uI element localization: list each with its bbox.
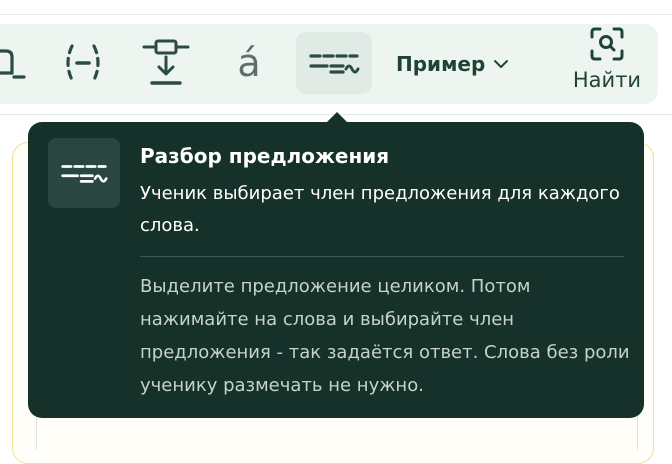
tooltip-icon-box xyxy=(48,138,120,208)
insert-below-icon xyxy=(142,39,190,85)
tooltip-title: Разбор предложения xyxy=(140,144,390,168)
tooltip-hint: Выделите предложение целиком. Потом нажи… xyxy=(140,276,630,396)
find-button[interactable]: Найти xyxy=(566,26,648,104)
example-select[interactable]: Пример xyxy=(396,44,509,84)
tooltip-divider xyxy=(140,256,624,257)
scan-search-icon xyxy=(590,27,624,61)
accent-a-icon: á xyxy=(237,41,261,85)
tooltip-description: Ученик выбирает член предложения для каж… xyxy=(140,183,620,236)
tool-insert-below-button[interactable] xyxy=(138,32,194,94)
example-select-label: Пример xyxy=(396,52,486,76)
find-button-label: Найти xyxy=(572,68,642,92)
chevron-down-icon xyxy=(494,60,509,68)
subscript-box-icon xyxy=(0,49,26,79)
tool-accent-button[interactable]: á xyxy=(226,32,272,94)
tool-sentence-parse-button[interactable] xyxy=(296,32,372,94)
sentence-parse-icon xyxy=(61,165,108,183)
tool-subscript-button[interactable] xyxy=(0,32,36,94)
sentence-parse-icon xyxy=(309,54,360,74)
tool-parenthesis-button[interactable] xyxy=(56,32,110,94)
tool-tooltip: Разбор предложения Ученик выбирает член … xyxy=(28,122,644,418)
parenthesis-dash-icon xyxy=(66,44,100,82)
top-divider xyxy=(0,14,672,15)
